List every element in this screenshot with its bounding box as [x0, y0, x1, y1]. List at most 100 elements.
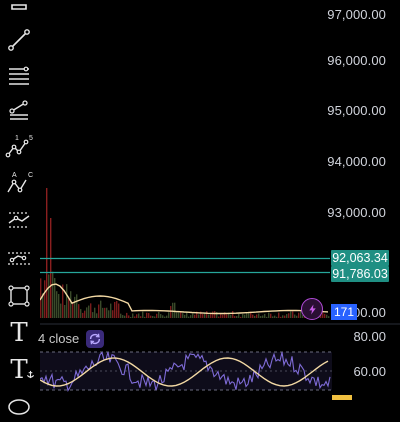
volume-bar: [254, 315, 256, 318]
volume-bar: [324, 313, 326, 318]
volume-bar: [266, 316, 268, 318]
volume-bar: [284, 315, 286, 318]
volume-bar: [260, 316, 262, 318]
volume-bar: [272, 316, 274, 318]
oscillator-axis-label: 60.00: [353, 364, 386, 379]
volume-bar: [198, 314, 200, 318]
volume-bar: [78, 304, 80, 318]
volume-bar: [264, 313, 266, 318]
volume-bar: [66, 284, 68, 318]
volume-bar: [152, 315, 154, 318]
anchored-text-tool-button[interactable]: T: [0, 352, 38, 388]
rsi-value-marker: [332, 395, 352, 400]
path-icon: [9, 100, 28, 120]
volume-bar: [108, 310, 110, 318]
volume-bar: [208, 314, 210, 318]
volume-bar: [214, 311, 216, 318]
volume-bar: [230, 314, 232, 318]
volume-bar: [138, 313, 140, 318]
volume-bar: [90, 303, 92, 318]
cursor-tool-button[interactable]: [0, 0, 38, 22]
trend-line-tool-button[interactable]: [0, 22, 38, 58]
volume-bar: [296, 315, 298, 318]
volume-bar: [236, 315, 238, 318]
price-axis-label: 93,000.00: [327, 205, 386, 220]
elliott-wave-icon: 1 5: [5, 135, 33, 158]
volume-bar: [252, 314, 254, 318]
volume-bar: [76, 294, 78, 318]
abcd-pattern-tool-button[interactable]: A C: [0, 165, 38, 201]
volume-bar: [240, 316, 242, 318]
volume-bar: [92, 312, 94, 318]
volume-bar: [84, 310, 86, 318]
volume-bar: [188, 316, 190, 318]
volume-bar: [70, 291, 72, 318]
volume-bar: [156, 313, 158, 318]
volume-bar: [190, 315, 192, 318]
volume-bar: [126, 312, 128, 318]
volume-bar: [268, 312, 270, 318]
price-range-tool-button[interactable]: [0, 240, 38, 276]
volume-bar: [110, 303, 112, 318]
ellipse-tool-button[interactable]: [0, 386, 38, 422]
volume-bar: [326, 314, 328, 318]
volume-bar: [292, 311, 294, 318]
lightning-button[interactable]: [301, 298, 323, 320]
volume-bar: [114, 301, 116, 318]
volume-bar: [178, 312, 180, 318]
volume-bar: [222, 314, 224, 318]
trend-line-icon: [8, 29, 30, 51]
volume-bar: [242, 313, 244, 318]
volume-bar: [98, 304, 100, 318]
volume-bar: [50, 218, 52, 318]
volume-bar: [322, 312, 324, 318]
volume-bar: [112, 310, 114, 318]
volume-bar: [120, 313, 122, 318]
price-tag-upper[interactable]: 92,063.34: [331, 250, 389, 266]
volume-bar: [290, 311, 292, 318]
cursor-icon: [11, 4, 27, 10]
volume-bar: [212, 311, 214, 318]
volume-bar: [238, 313, 240, 318]
volume-bar: [282, 315, 284, 318]
indicator-legend: 4 close: [38, 331, 80, 346]
volume-bar: [276, 316, 278, 318]
volume-bar: [146, 312, 148, 318]
path-tool-button[interactable]: [0, 92, 38, 128]
lightning-icon: [308, 303, 316, 315]
rectangle-tool-button[interactable]: [0, 278, 38, 314]
volume-ma-line: [40, 283, 329, 315]
horizontal-lines-tool-button[interactable]: [0, 57, 38, 93]
volume-bar: [140, 316, 142, 318]
anchor-icon: [26, 370, 35, 379]
volume-bar: [46, 188, 48, 318]
text-icon: T: [10, 318, 28, 348]
volume-bar: [154, 316, 156, 318]
volume-bar: [182, 313, 184, 318]
elliott-wave-tool-button[interactable]: 1 5: [0, 128, 38, 164]
price-tag-lower[interactable]: 91,786.03: [331, 266, 389, 282]
volume-bar: [170, 305, 172, 318]
volume-bar: [102, 307, 104, 318]
volume-bar: [232, 311, 234, 318]
volume-bar: [226, 314, 228, 318]
volume-bar: [244, 314, 246, 318]
volume-bar: [72, 303, 74, 318]
volume-bar: [86, 307, 88, 318]
volume-bar: [258, 313, 260, 318]
volume-badge: 171: [331, 304, 357, 320]
volume-bar: [294, 314, 296, 318]
volume-bar: [56, 291, 58, 318]
indicator-refresh-button[interactable]: [86, 330, 104, 348]
volume-bar: [184, 314, 186, 318]
volume-bar: [44, 280, 46, 318]
volume-bar: [68, 297, 70, 318]
volume-bar: [174, 302, 176, 318]
volume-bar: [94, 307, 96, 318]
volume-bar: [142, 311, 144, 318]
text-tool-button[interactable]: T: [0, 315, 38, 351]
ellipse-icon: [8, 399, 30, 415]
volume-bar: [80, 309, 82, 318]
volume-bar: [96, 313, 98, 318]
forecast-tool-button[interactable]: [0, 202, 38, 238]
